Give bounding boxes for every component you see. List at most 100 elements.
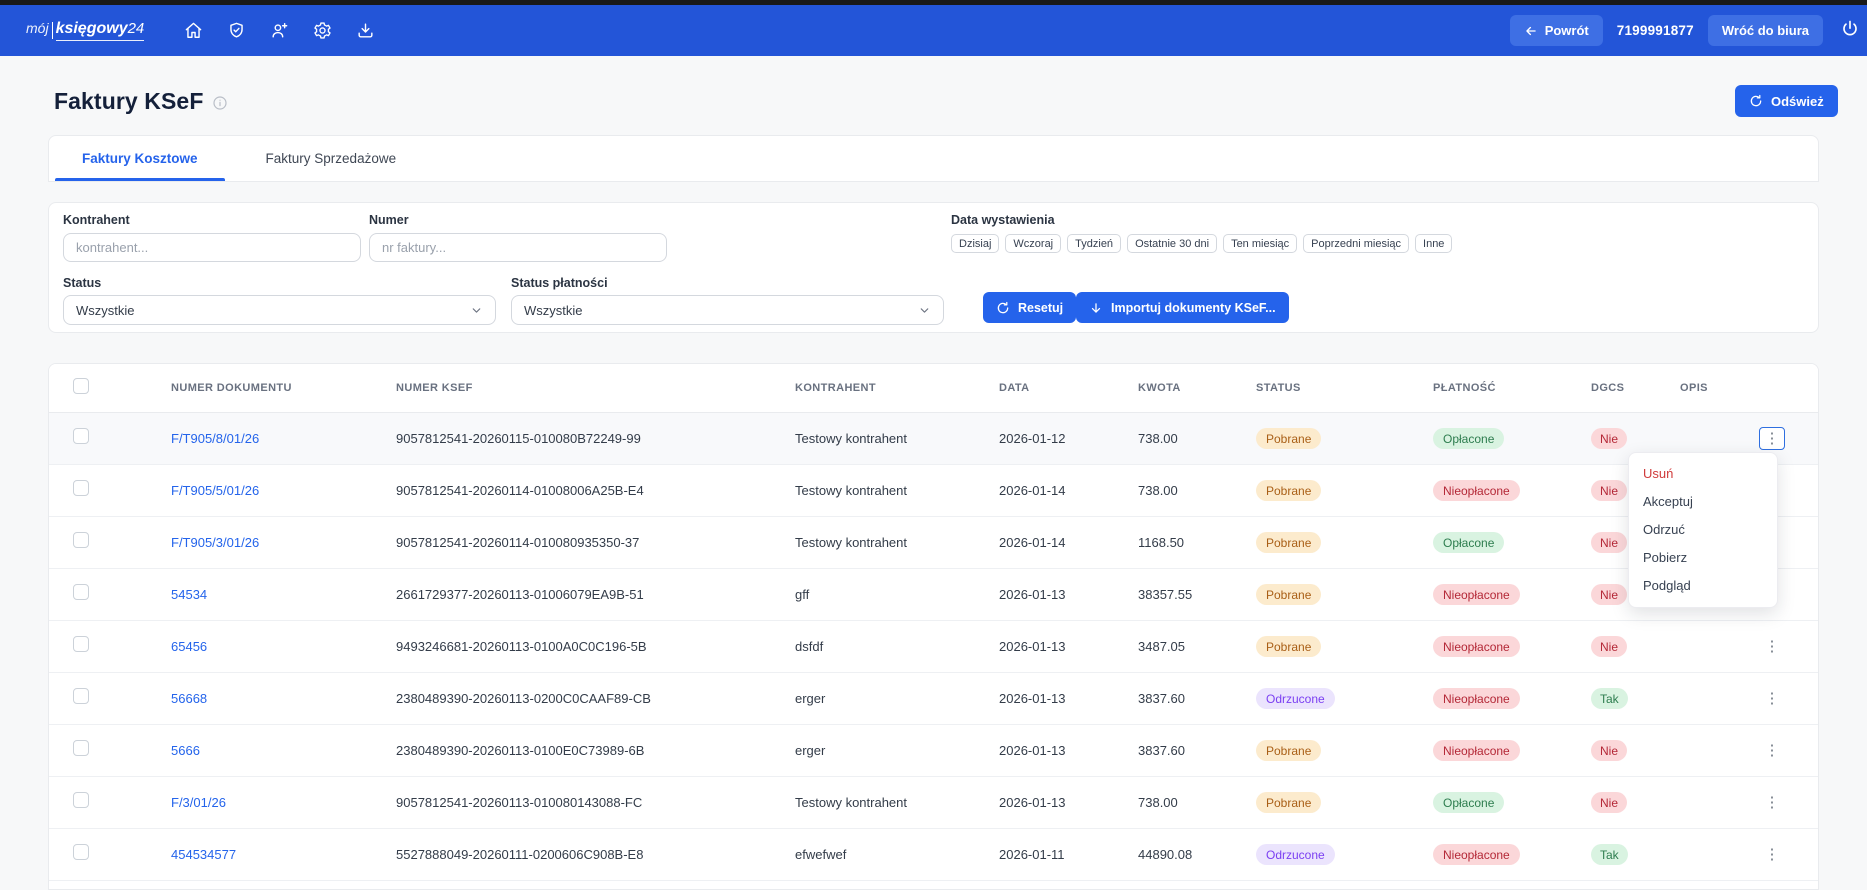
info-icon[interactable]	[212, 95, 228, 111]
kontrahent-cell: Testowy kontrahent	[771, 535, 975, 550]
amount-cell: 44890.08	[1114, 847, 1232, 862]
tab-label: Faktury Sprzedażowe	[266, 151, 397, 166]
shield-check-icon[interactable]	[221, 16, 251, 46]
return-to-office-button[interactable]: Wróć do biura	[1708, 15, 1823, 46]
row-checkbox[interactable]	[73, 636, 89, 652]
refresh-icon	[996, 301, 1010, 315]
context-menu-item[interactable]: Odrzuć	[1629, 516, 1777, 544]
payment-badge: Nieopłacone	[1433, 688, 1520, 709]
context-menu-item[interactable]: Pobierz	[1629, 544, 1777, 572]
row-actions-button[interactable]: ⋮	[1759, 635, 1785, 658]
date-cell: 2026-01-13	[975, 587, 1114, 602]
row-checkbox[interactable]	[73, 792, 89, 808]
row-checkbox[interactable]	[73, 584, 89, 600]
ksef-number-cell: 2380489390-20260113-0200C0CAAF89-CB	[372, 691, 771, 706]
ksef-number-cell: 9493246681-20260113-0100A0C0C196-5B	[372, 639, 771, 654]
document-number-link[interactable]: 454534577	[171, 847, 236, 862]
table-header-row: NUMER DOKUMENTUNUMER KSEFKONTRAHENTDATAK…	[49, 364, 1818, 413]
status-badge: Pobrane	[1256, 740, 1321, 761]
table-row: 56668 2380489390-20260113-0200C0CAAF89-CB…	[49, 673, 1818, 725]
brand-logo[interactable]: mój księgowy24	[26, 20, 144, 41]
date-filter-chip[interactable]: Inne	[1415, 234, 1452, 253]
home-icon[interactable]	[178, 16, 208, 46]
invoices-table: NUMER DOKUMENTUNUMER KSEFKONTRAHENTDATAK…	[48, 363, 1819, 890]
dgcs-badge: Tak	[1591, 844, 1628, 865]
date-filter-chip[interactable]: Wczoraj	[1005, 234, 1061, 253]
document-number-link[interactable]: F/T905/8/01/26	[171, 431, 259, 446]
status-badge: Odrzucone	[1256, 844, 1335, 865]
numer-filter-group: Numer	[369, 213, 667, 262]
date-filter-chip[interactable]: Ostatnie 30 dni	[1127, 234, 1217, 253]
payment-badge: Nieopłacone	[1433, 584, 1520, 605]
row-actions-button[interactable]: ⋮	[1759, 739, 1785, 762]
row-checkbox[interactable]	[73, 688, 89, 704]
select-all-checkbox[interactable]	[73, 378, 89, 394]
row-actions-button[interactable]: ⋮	[1759, 427, 1785, 450]
payment-status-filter-group: Status płatności Wszystkie	[511, 276, 944, 325]
dgcs-badge: Nie	[1591, 532, 1627, 553]
row-actions-menu: UsuńAkceptujOdrzućPobierzPodgląd	[1628, 452, 1778, 608]
ksef-number-cell: 9057812541-20260114-010080935350-37	[372, 535, 771, 550]
back-button[interactable]: Powrót	[1510, 15, 1603, 46]
invoice-number-input[interactable]	[369, 233, 667, 262]
status-badge: Pobrane	[1256, 792, 1321, 813]
payment-badge: Opłacone	[1433, 428, 1504, 449]
table-body: F/T905/8/01/269057812541-20260115-010080…	[49, 413, 1818, 881]
reset-button[interactable]: Resetuj	[983, 292, 1076, 323]
table-row: F/T905/5/01/269057812541-20260114-010080…	[49, 465, 1818, 517]
amount-cell: 3837.60	[1114, 743, 1232, 758]
row-actions-button[interactable]: ⋮	[1759, 791, 1785, 814]
date-filter-chip[interactable]: Tydzień	[1067, 234, 1121, 253]
date-filter-chip[interactable]: Dzisiaj	[951, 234, 999, 253]
kontrahent-cell: gff	[771, 587, 975, 602]
amount-cell: 38357.55	[1114, 587, 1232, 602]
ksef-number-cell: 9057812541-20260113-010080143088-FC	[372, 795, 771, 810]
numer-label: Numer	[369, 213, 667, 227]
user-plus-icon[interactable]	[264, 16, 294, 46]
document-number-link[interactable]: 56668	[171, 691, 207, 706]
document-number-link[interactable]: F/3/01/26	[171, 795, 226, 810]
row-checkbox[interactable]	[73, 844, 89, 860]
document-number-link[interactable]: 65456	[171, 639, 207, 654]
power-icon[interactable]	[1837, 18, 1863, 44]
document-number-link[interactable]: 5666	[171, 743, 200, 758]
kontrahent-cell: erger	[771, 743, 975, 758]
date-cell: 2026-01-14	[975, 483, 1114, 498]
payment-badge: Opłacone	[1433, 792, 1504, 813]
status-label: Status	[63, 276, 496, 290]
table-row: 545342661729377-20260113-01006079EA9B-51…	[49, 569, 1818, 621]
row-checkbox[interactable]	[73, 428, 89, 444]
dgcs-badge: Tak	[1591, 688, 1628, 709]
status-select[interactable]: Wszystkie	[63, 295, 496, 325]
kontrahent-input[interactable]	[63, 233, 361, 262]
amount-cell: 738.00	[1114, 795, 1232, 810]
context-menu-item[interactable]: Usuń	[1629, 460, 1777, 488]
context-menu-item[interactable]: Podgląd	[1629, 572, 1777, 600]
context-menu-item[interactable]: Akceptuj	[1629, 488, 1777, 516]
kontrahent-label: Kontrahent	[63, 213, 361, 227]
document-number-link[interactable]: F/T905/5/01/26	[171, 483, 259, 498]
row-checkbox[interactable]	[73, 532, 89, 548]
row-checkbox[interactable]	[73, 480, 89, 496]
document-number-link[interactable]: 54534	[171, 587, 207, 602]
dgcs-badge: Nie	[1591, 636, 1627, 657]
page-header: Faktury KSeF	[54, 88, 228, 115]
tab-faktury-sprzedazowe[interactable]: Faktury Sprzedażowe	[239, 136, 424, 181]
document-number-link[interactable]: F/T905/3/01/26	[171, 535, 259, 550]
kontrahent-cell: erger	[771, 691, 975, 706]
import-ksef-button[interactable]: Importuj dokumenty KSeF...	[1076, 292, 1289, 323]
date-filter-chip[interactable]: Poprzedni miesiąc	[1303, 234, 1409, 253]
tab-faktury-kosztowe[interactable]: Faktury Kosztowe	[55, 136, 225, 181]
column-header: STATUS	[1232, 382, 1409, 394]
row-actions-button[interactable]: ⋮	[1759, 687, 1785, 710]
payment-status-select[interactable]: Wszystkie	[511, 295, 944, 325]
date-cell: 2026-01-11	[975, 847, 1114, 862]
download-icon[interactable]	[350, 16, 380, 46]
kontrahent-cell: efwefwef	[771, 847, 975, 862]
row-actions-button[interactable]: ⋮	[1759, 843, 1785, 866]
row-checkbox[interactable]	[73, 740, 89, 756]
gear-icon[interactable]	[307, 16, 337, 46]
date-filter-chip[interactable]: Ten miesiąc	[1223, 234, 1297, 253]
refresh-button[interactable]: Odśwież	[1735, 85, 1838, 117]
navbar-icon-group	[178, 16, 380, 46]
